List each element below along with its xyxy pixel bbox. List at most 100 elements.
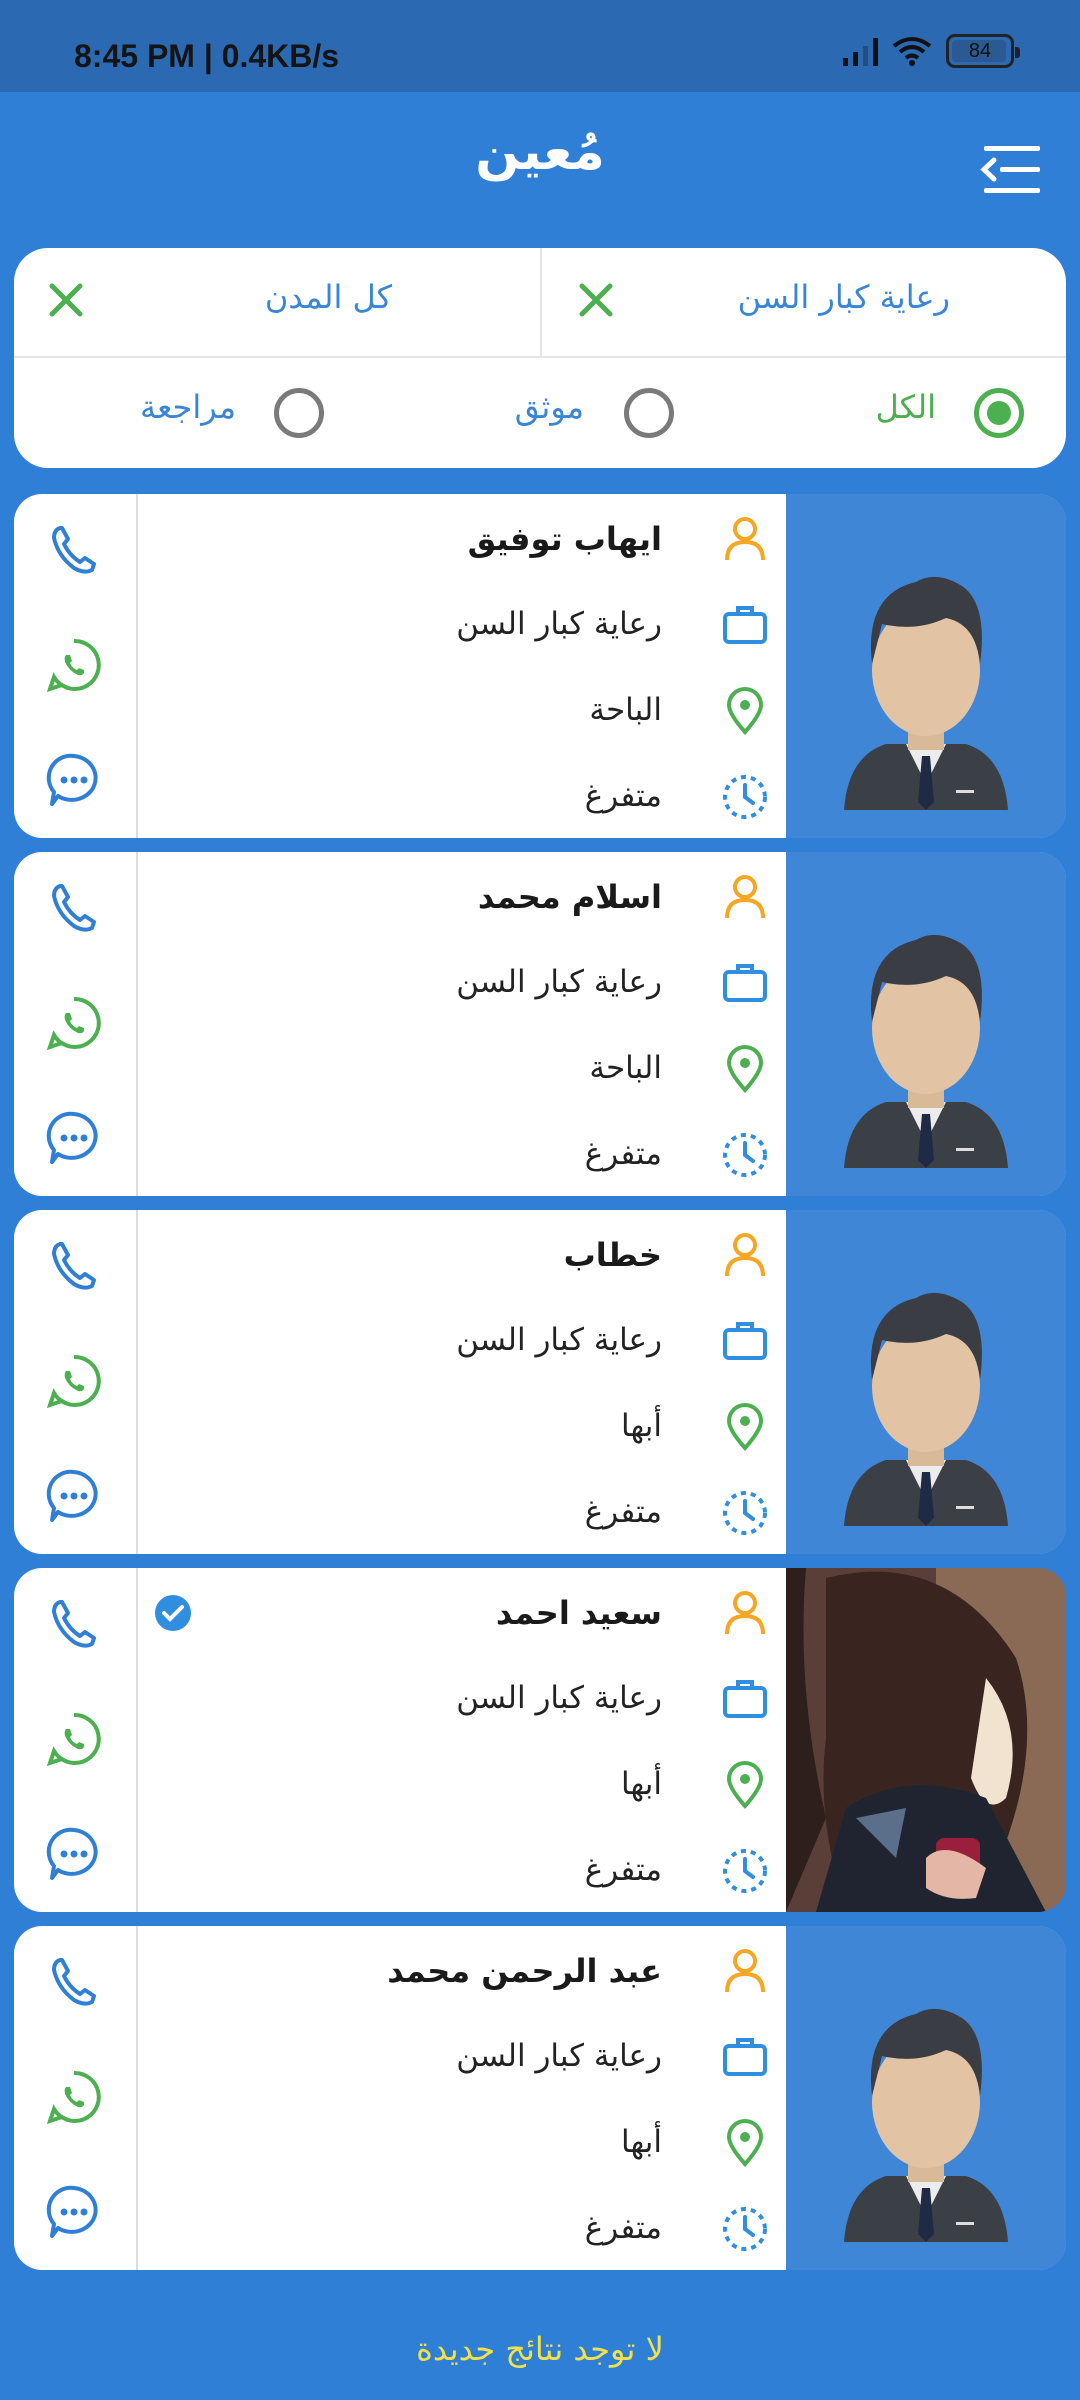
profile-photo[interactable]: [786, 1926, 1066, 2270]
profile-availability: متفرغ: [584, 1852, 662, 1888]
battery-level: 84: [968, 39, 992, 62]
message-icon[interactable]: [44, 1108, 104, 1168]
verified-icon: [155, 1595, 191, 1631]
radio-all[interactable]: [974, 388, 1024, 438]
phone-icon[interactable]: [44, 520, 104, 580]
person-icon: [725, 875, 765, 919]
profile-availability: متفرغ: [584, 1136, 662, 1172]
phone-icon[interactable]: [44, 1952, 104, 2012]
briefcase-icon: [723, 606, 767, 644]
message-icon[interactable]: [44, 1466, 104, 1526]
person-icon: [725, 517, 765, 561]
whatsapp-icon[interactable]: [44, 993, 104, 1053]
radio-review-label[interactable]: مراجعة: [140, 388, 236, 426]
profile-card-1[interactable]: ايهاب توفيق رعاية كبار السن الباحة متفرغ: [14, 494, 1066, 838]
profile-name: عبد الرحمن محمد: [387, 1952, 662, 1990]
profile-photo[interactable]: [786, 1210, 1066, 1554]
clock-icon: [723, 1491, 767, 1535]
message-icon[interactable]: [44, 2182, 104, 2242]
profile-photo[interactable]: [786, 1568, 1066, 1912]
profile-availability: متفرغ: [584, 778, 662, 814]
profile-photo[interactable]: [786, 852, 1066, 1196]
whatsapp-icon[interactable]: [44, 1709, 104, 1769]
profile-card-2[interactable]: اسلام محمد رعاية كبار السن الباحة متفرغ: [14, 852, 1066, 1196]
radio-all-label[interactable]: الكل: [875, 388, 936, 426]
service-filter[interactable]: رعاية كبار السن: [738, 278, 950, 316]
clock-icon: [723, 775, 767, 819]
profile-card-3[interactable]: خطاب رعاية كبار السن أبها متفرغ: [14, 1210, 1066, 1554]
person-icon: [725, 1949, 765, 1993]
location-pin-icon: [726, 1761, 764, 1810]
whatsapp-icon[interactable]: [44, 2067, 104, 2127]
location-pin-icon: [726, 687, 764, 736]
filter-divider: [540, 248, 542, 358]
app-title: مُعين: [475, 122, 605, 182]
phone-icon[interactable]: [44, 1236, 104, 1296]
user-photo-image: [786, 1568, 1066, 1912]
clear-service-icon[interactable]: [574, 278, 618, 322]
avatar-icon: [786, 1210, 1066, 1554]
person-icon: [725, 1591, 765, 1635]
message-icon[interactable]: [44, 750, 104, 810]
city-filter[interactable]: كل المدن: [265, 278, 392, 316]
location-pin-icon: [726, 1403, 764, 1452]
profile-service: رعاية كبار السن: [456, 1680, 662, 1716]
profile-card-4[interactable]: سعيد احمد رعاية كبار السن أبها متفرغ: [14, 1568, 1066, 1912]
battery-icon: 84: [946, 34, 1020, 68]
briefcase-icon: [723, 1322, 767, 1360]
radio-verified[interactable]: [624, 388, 674, 438]
location-pin-icon: [726, 2119, 764, 2168]
clock-icon: [723, 1133, 767, 1177]
briefcase-icon: [723, 964, 767, 1002]
avatar-icon: [786, 494, 1066, 838]
profile-city: الباحة: [589, 1050, 662, 1086]
avatar-icon: [786, 1926, 1066, 2270]
status-bar: 8:45 PM | 0.4KB/s 84: [0, 0, 1080, 92]
contact-actions: [14, 1926, 138, 2270]
profile-photo[interactable]: [786, 494, 1066, 838]
phone-icon[interactable]: [44, 878, 104, 938]
menu-icon[interactable]: [978, 142, 1042, 198]
profile-name: خطاب: [563, 1236, 662, 1274]
location-pin-icon: [726, 1045, 764, 1094]
profile-availability: متفرغ: [584, 2210, 662, 2246]
profile-availability: متفرغ: [584, 1494, 662, 1530]
person-icon: [725, 1233, 765, 1277]
profile-city: أبها: [621, 2124, 662, 2160]
profile-name: سعيد احمد: [495, 1594, 662, 1632]
contact-actions: [14, 494, 138, 838]
filter-panel: رعاية كبار السن كل المدن الكل موثق مراجع…: [14, 248, 1066, 468]
profile-city: أبها: [621, 1408, 662, 1444]
whatsapp-icon[interactable]: [44, 635, 104, 695]
whatsapp-icon[interactable]: [44, 1351, 104, 1411]
phone-icon[interactable]: [44, 1594, 104, 1654]
clock-icon: [723, 1849, 767, 1893]
avatar-icon: [786, 852, 1066, 1196]
profile-service: رعاية كبار السن: [456, 2038, 662, 2074]
profile-city: أبها: [621, 1766, 662, 1802]
signal-icon: [843, 36, 878, 66]
profile-name: اسلام محمد: [477, 878, 662, 916]
profile-service: رعاية كبار السن: [456, 606, 662, 642]
profile-card-5[interactable]: عبد الرحمن محمد رعاية كبار السن أبها متف…: [14, 1926, 1066, 2270]
app-bar: مُعين: [0, 92, 1080, 242]
radio-review[interactable]: [274, 388, 324, 438]
profile-city: الباحة: [589, 692, 662, 728]
contact-actions: [14, 852, 138, 1196]
briefcase-icon: [723, 2038, 767, 2076]
message-icon[interactable]: [44, 1824, 104, 1884]
status-icons: 84: [843, 34, 1020, 68]
contact-actions: [14, 1210, 138, 1554]
briefcase-icon: [723, 1680, 767, 1718]
no-results-message: لا توجد نتائج جديدة: [416, 2330, 664, 2368]
profile-name: ايهاب توفيق: [467, 520, 662, 558]
contact-actions: [14, 1568, 138, 1912]
profile-service: رعاية كبار السن: [456, 964, 662, 1000]
clear-city-icon[interactable]: [44, 278, 88, 322]
wifi-icon: [892, 37, 932, 66]
radio-verified-label[interactable]: موثق: [515, 388, 584, 426]
clock-icon: [723, 2207, 767, 2251]
status-time: 8:45 PM | 0.4KB/s: [74, 38, 340, 74]
profile-service: رعاية كبار السن: [456, 1322, 662, 1358]
filter-chips-row: رعاية كبار السن كل المدن: [14, 248, 1066, 358]
